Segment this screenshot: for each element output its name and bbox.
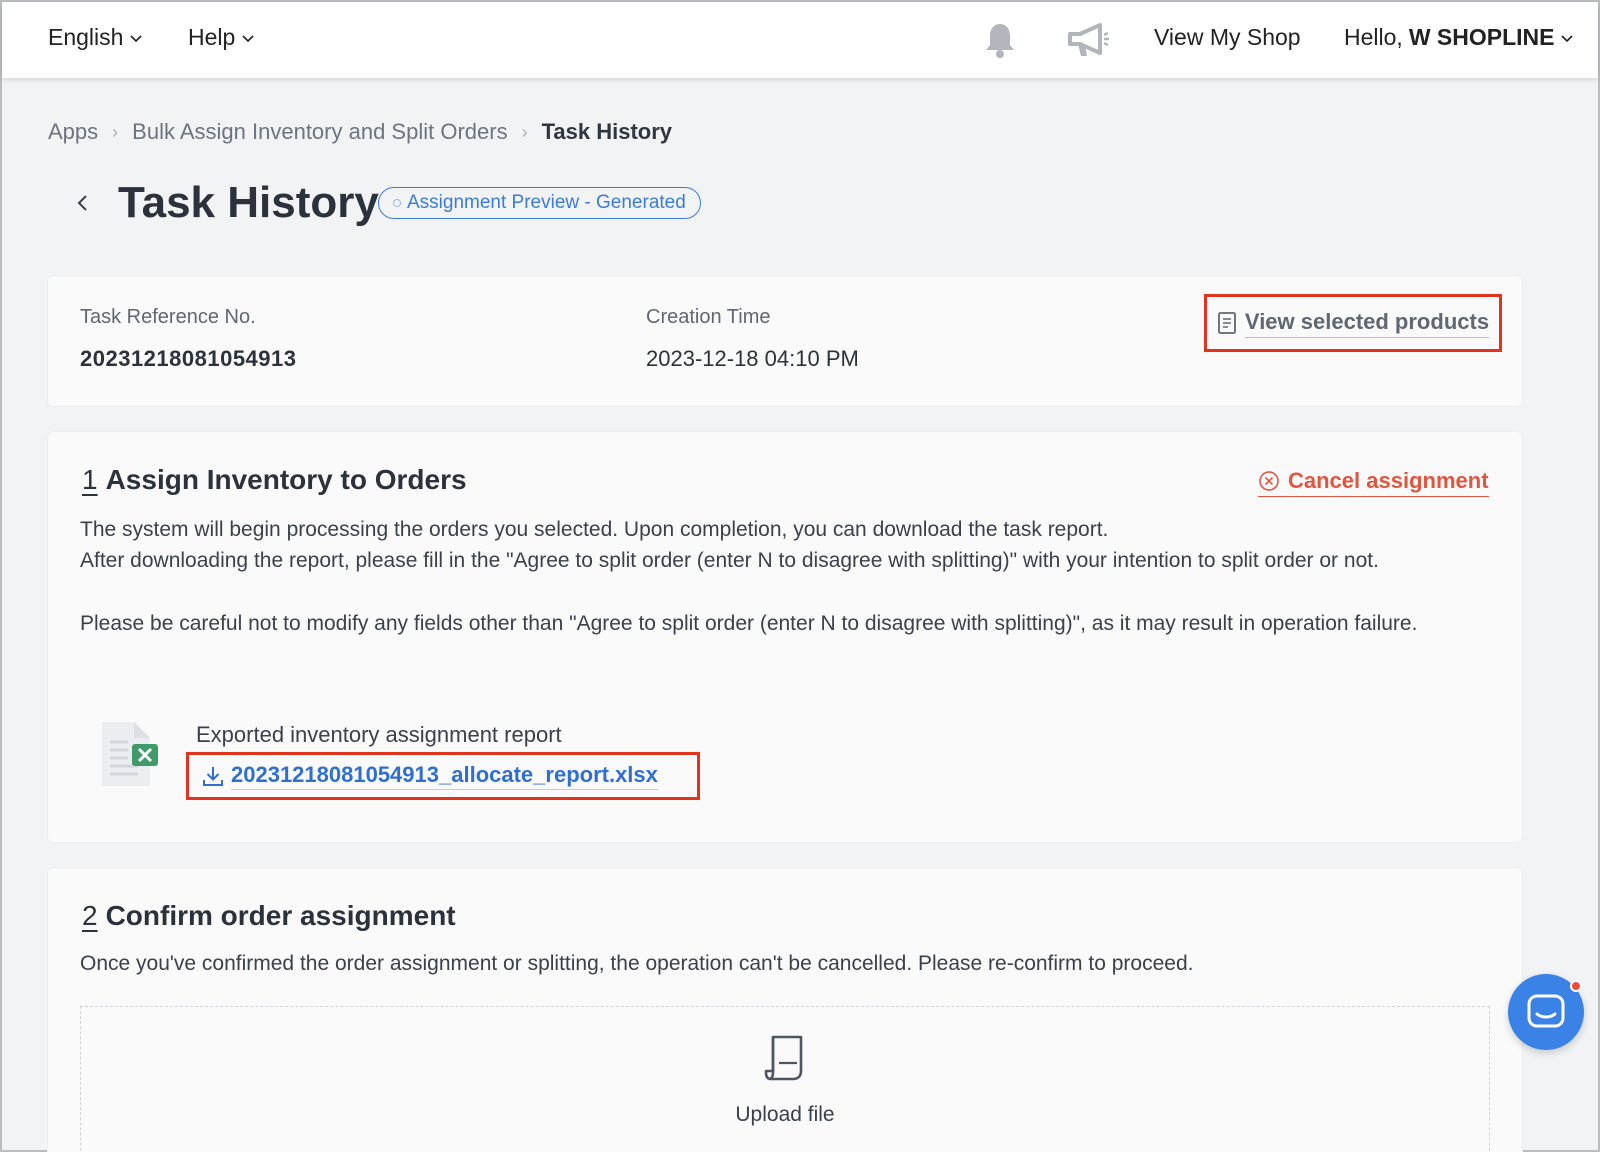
step2-heading: 2 Confirm order assignment	[82, 900, 456, 932]
upload-file-label: Upload file	[735, 1103, 835, 1126]
chat-icon	[1527, 994, 1565, 1028]
chevron-down-icon	[1561, 34, 1574, 42]
language-label: English	[48, 24, 124, 50]
step1-title: Assign Inventory to Orders	[105, 464, 467, 495]
greeting-text: Hello,	[1344, 24, 1403, 50]
cancel-assignment-label: Cancel assignment	[1288, 468, 1489, 493]
page-title: Task History	[118, 178, 379, 227]
chevron-down-icon	[130, 34, 143, 42]
download-icon	[203, 767, 223, 786]
user-menu[interactable]: Hello, W SHOPLINE	[1344, 24, 1574, 51]
cancel-assignment-button[interactable]: Cancel assignment	[1258, 468, 1489, 497]
step1-instruction-3: Please be careful not to modify any fiel…	[80, 612, 1418, 635]
help-dropdown[interactable]: Help	[188, 24, 255, 51]
language-dropdown[interactable]: English	[48, 24, 143, 51]
step2-title: Confirm order assignment	[105, 900, 456, 931]
status-dot	[393, 199, 401, 207]
report-label: Exported inventory assignment report	[196, 722, 562, 747]
report-file-name: 20231218081054913_allocate_report.xlsx	[231, 762, 658, 790]
back-arrow-icon[interactable]	[74, 192, 92, 214]
cancel-circle-icon	[1259, 471, 1279, 491]
status-badge: Assignment Preview - Generated	[378, 187, 701, 219]
step1-card: 1 Assign Inventory to Orders Cancel assi…	[48, 432, 1522, 842]
breadcrumb-separator: ›	[112, 121, 119, 142]
top-navigation-bar: English Help View My Shop Hello, W SHOPL…	[2, 2, 1598, 78]
megaphone-icon[interactable]	[1066, 20, 1110, 60]
breadcrumb-separator: ›	[521, 121, 528, 142]
task-reference-value: 20231218081054913	[80, 346, 297, 371]
breadcrumb-item-current: Task History	[541, 119, 672, 144]
step2-number: 2	[82, 900, 98, 931]
upload-file-icon	[764, 1035, 803, 1081]
creation-time-value: 2023-12-18 04:10 PM	[646, 346, 859, 371]
breadcrumb-item-apps[interactable]: Apps	[48, 119, 98, 145]
report-download-link[interactable]: 20231218081054913_allocate_report.xlsx	[186, 752, 700, 800]
view-selected-products-button[interactable]: View selected products	[1204, 294, 1502, 352]
document-list-icon	[1218, 312, 1236, 334]
step2-description: Once you've confirmed the order assignme…	[80, 952, 1194, 975]
notification-dot	[1570, 980, 1582, 992]
step1-heading: 1 Assign Inventory to Orders	[82, 464, 467, 496]
view-my-shop-link[interactable]: View My Shop	[1154, 24, 1301, 51]
breadcrumb: Apps › Bulk Assign Inventory and Split O…	[48, 119, 672, 145]
view-selected-products-label: View selected products	[1244, 309, 1490, 338]
creation-time-label: Creation Time	[646, 306, 771, 328]
bell-icon[interactable]	[980, 20, 1020, 60]
chevron-down-icon	[242, 34, 254, 42]
step1-instruction-1: The system will begin processing the ord…	[80, 518, 1109, 541]
task-reference-label: Task Reference No.	[80, 306, 256, 328]
status-badge-label: Assignment Preview - Generated	[407, 192, 686, 213]
upload-dropzone[interactable]: Upload file	[80, 1006, 1490, 1152]
step1-instruction-2: After downloading the report, please fil…	[80, 549, 1379, 572]
help-label: Help	[188, 24, 236, 50]
excel-file-icon	[102, 722, 158, 786]
task-info-card: Task Reference No. 20231218081054913 Cre…	[48, 276, 1522, 406]
view-my-shop-label: View My Shop	[1154, 24, 1301, 50]
step2-card: 2 Confirm order assignment Once you've c…	[48, 868, 1522, 1152]
user-name: W SHOPLINE	[1408, 24, 1555, 50]
chat-support-button[interactable]	[1508, 974, 1584, 1050]
breadcrumb-item-bulk-assign[interactable]: Bulk Assign Inventory and Split Orders	[132, 119, 507, 145]
step1-number: 1	[82, 464, 98, 495]
